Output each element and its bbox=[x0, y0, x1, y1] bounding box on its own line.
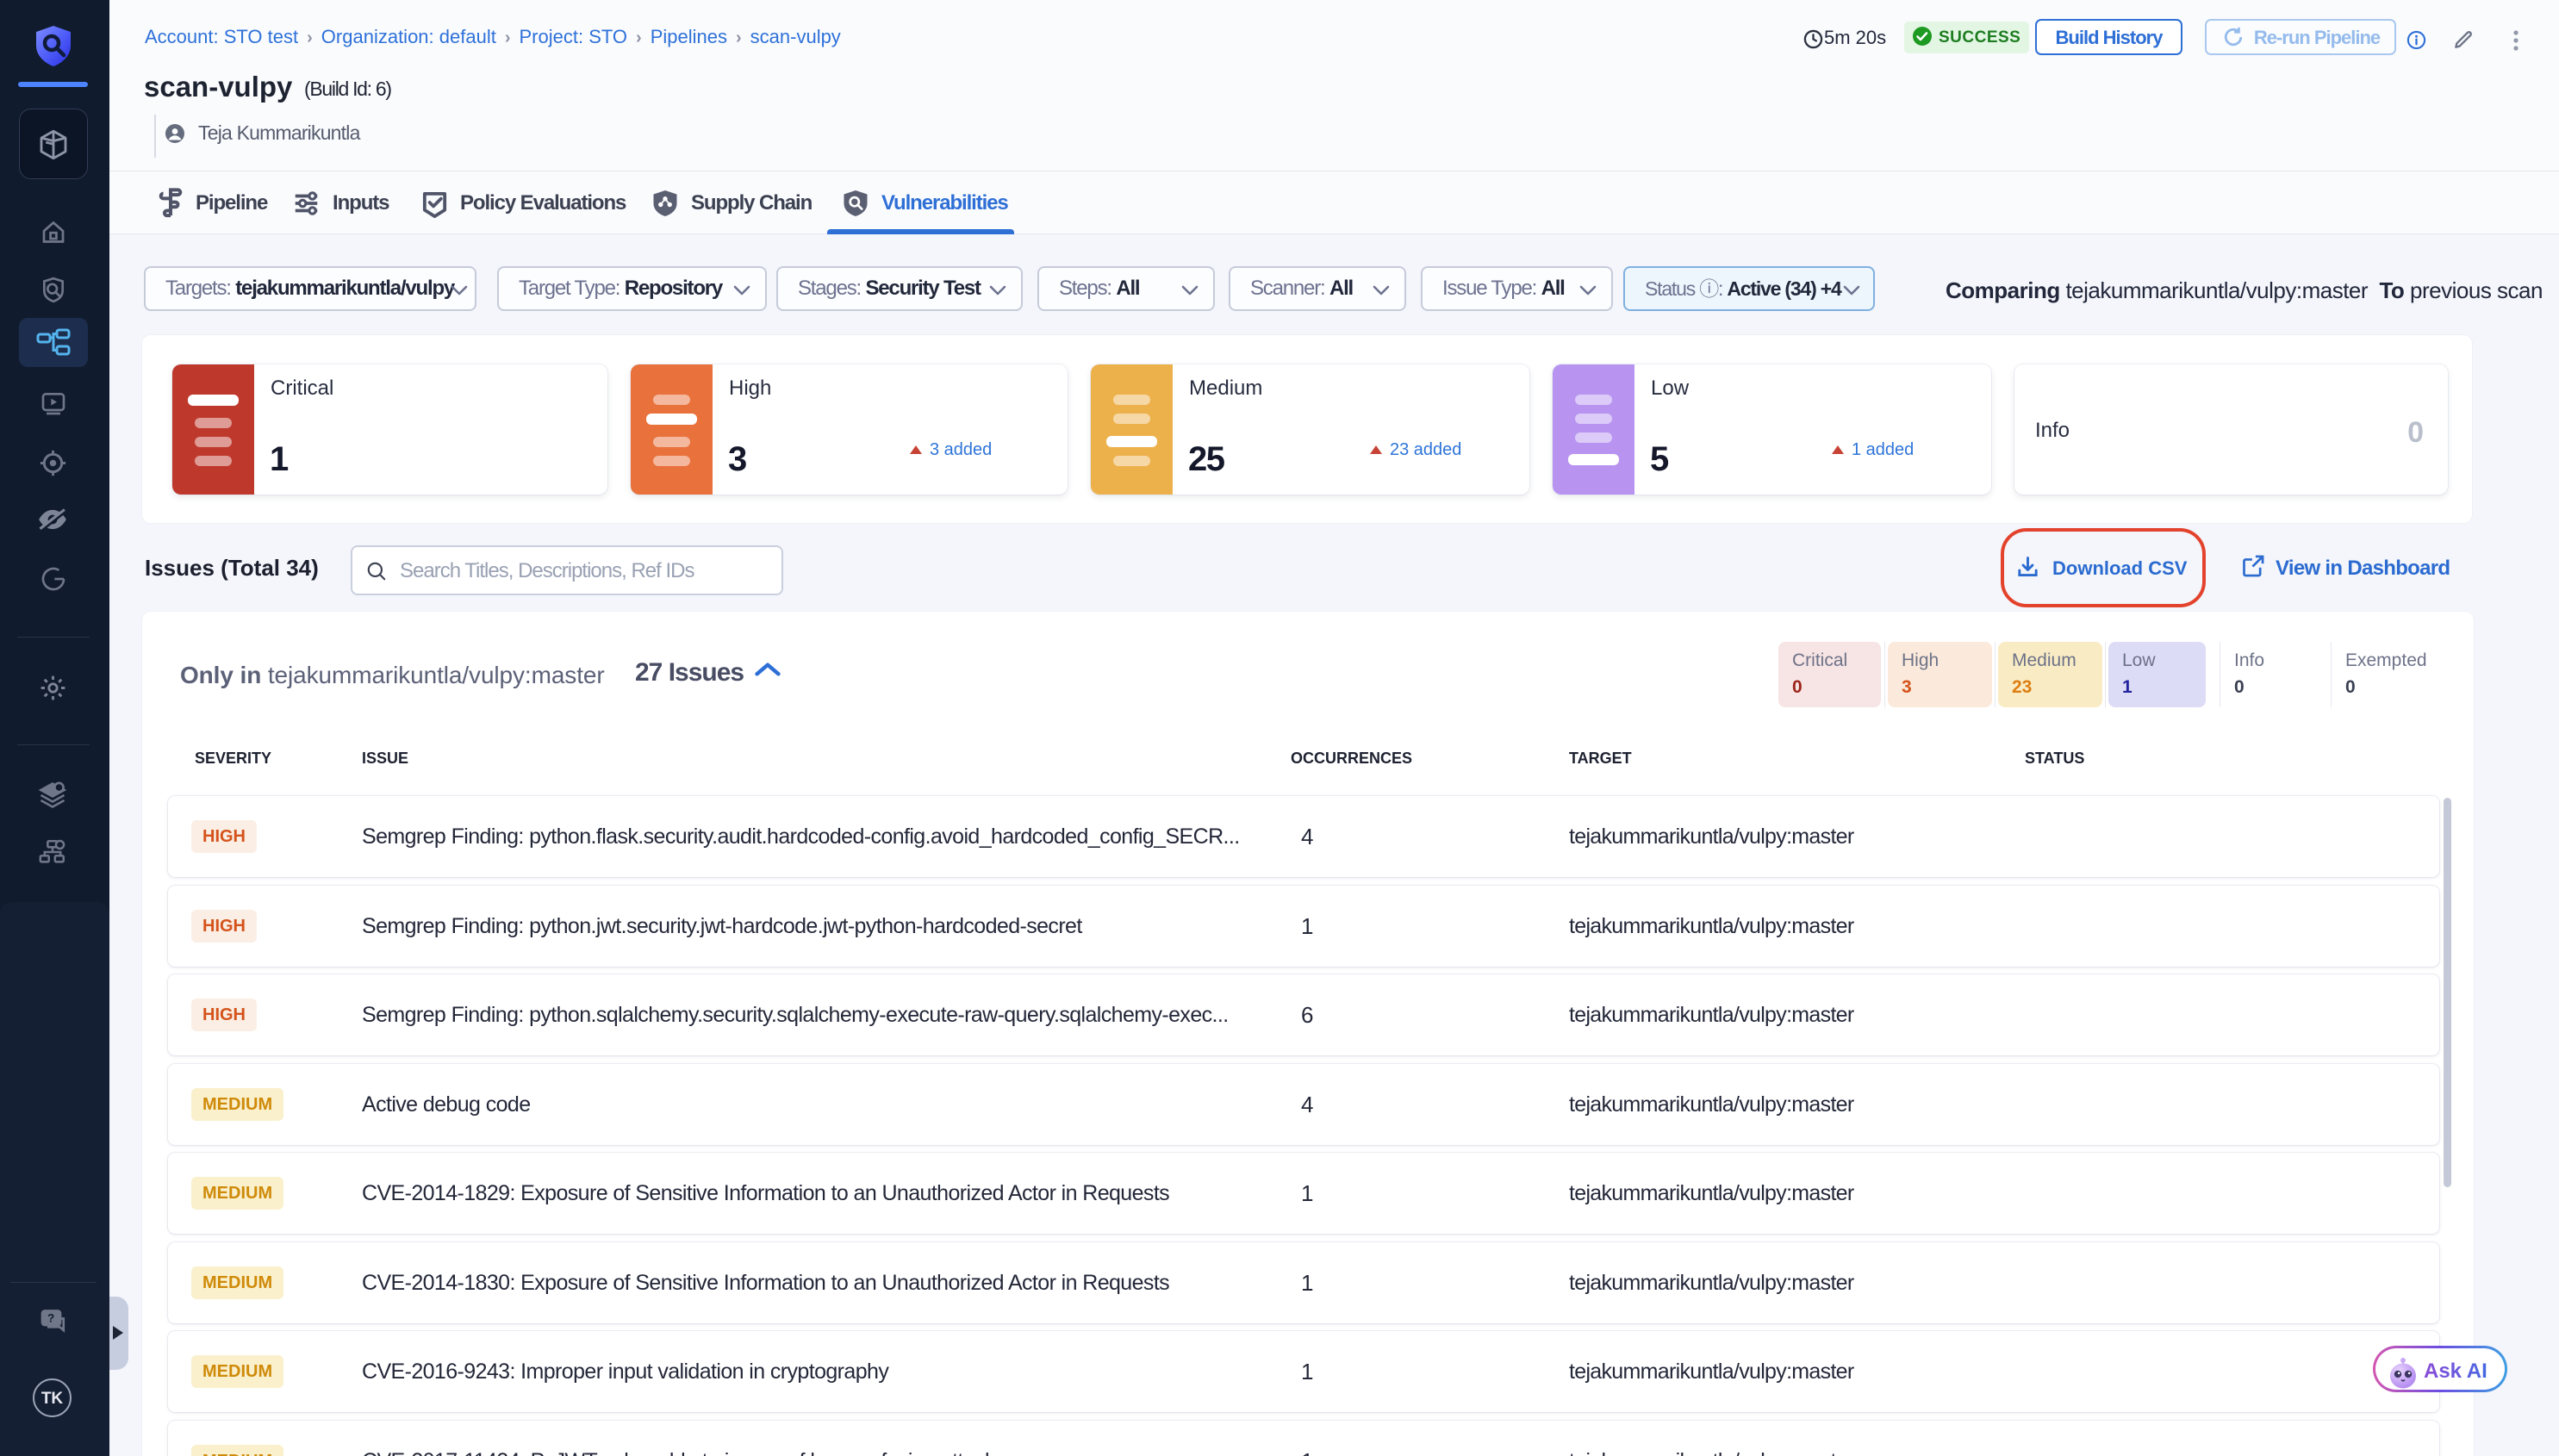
svg-text:?: ? bbox=[47, 1311, 54, 1324]
